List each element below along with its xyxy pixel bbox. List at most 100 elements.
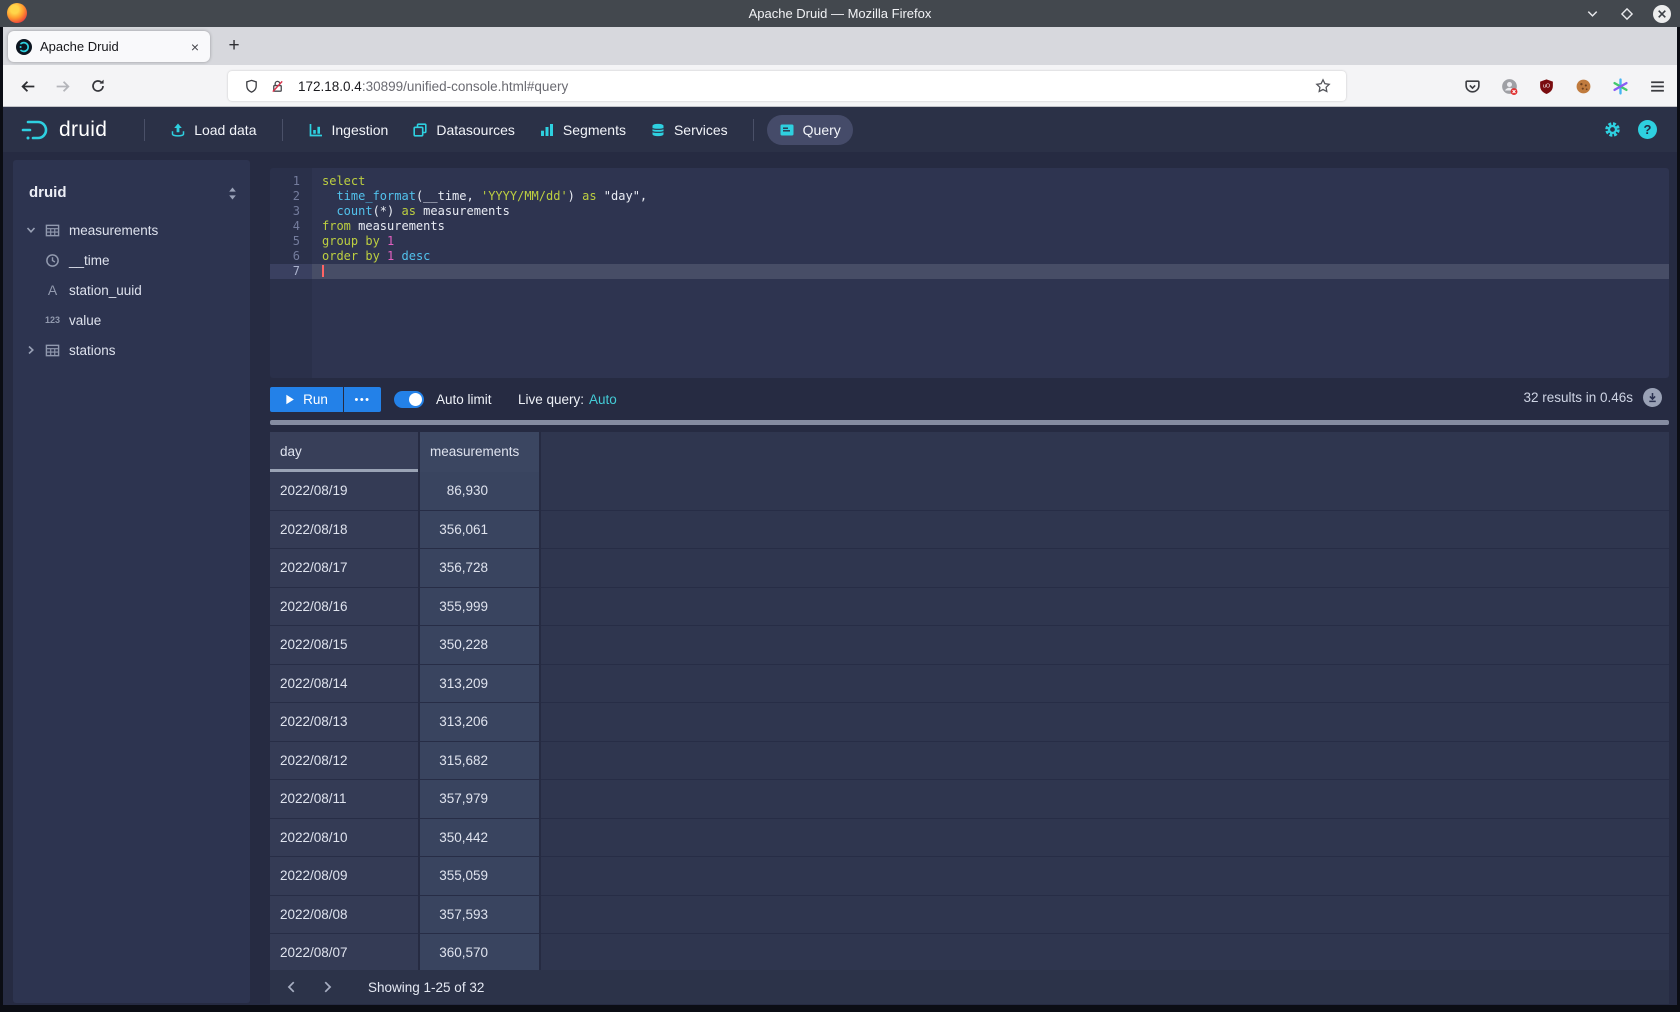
- cell-day[interactable]: 2022/08/12: [270, 742, 418, 781]
- sql-editor[interactable]: 1234567 select time_format(__time, 'YYYY…: [270, 168, 1669, 378]
- cell-day[interactable]: 2022/08/18: [270, 511, 418, 550]
- double-caret-vertical-icon[interactable]: [227, 186, 238, 206]
- cell-measurements[interactable]: 350,442: [420, 819, 539, 858]
- nav-divider: [753, 119, 754, 141]
- live-query: Live query:Auto: [518, 392, 617, 407]
- cell-day[interactable]: 2022/08/08: [270, 896, 418, 935]
- chevron-right-icon[interactable]: [20, 344, 42, 356]
- tree-item-measurements[interactable]: measurements: [13, 215, 250, 245]
- tree-item-value[interactable]: 123value: [13, 305, 250, 335]
- code-line[interactable]: select: [312, 174, 1669, 189]
- cell-measurements[interactable]: 86,930: [420, 472, 539, 511]
- cell-day[interactable]: 2022/08/13: [270, 703, 418, 742]
- tree-item-stations[interactable]: stations: [13, 335, 250, 365]
- url-text[interactable]: 172.18.0.4:30899/unified-console.html#qu…: [298, 79, 1310, 94]
- druid-logo[interactable]: druid: [19, 117, 107, 143]
- window-chevron-icon[interactable]: [1582, 4, 1602, 24]
- nav-query[interactable]: Query: [767, 115, 853, 145]
- cell-measurements[interactable]: 313,206: [420, 703, 539, 742]
- nav-segments[interactable]: Segments: [527, 115, 638, 145]
- editor-code[interactable]: select time_format(__time, 'YYYY/MM/dd')…: [312, 168, 1669, 378]
- cell-day[interactable]: 2022/08/16: [270, 588, 418, 627]
- cell-day[interactable]: 2022/08/10: [270, 819, 418, 858]
- text-cursor: [322, 265, 324, 277]
- window-close-icon[interactable]: [1652, 4, 1672, 24]
- schema-tree: measurements __time Astation_uuid123values…: [13, 215, 250, 365]
- line-number: 1: [270, 174, 312, 189]
- code-line[interactable]: group by 1: [312, 234, 1669, 249]
- nav-ingestion[interactable]: Ingestion: [296, 115, 401, 145]
- page-prev-icon[interactable]: [279, 974, 305, 1000]
- code-line[interactable]: [312, 264, 1669, 279]
- code-line[interactable]: order by 1 desc: [312, 249, 1669, 264]
- nav-load-data[interactable]: Load data: [158, 115, 268, 145]
- ublock-icon[interactable]: uO: [1536, 76, 1556, 96]
- cookie-icon[interactable]: [1573, 76, 1593, 96]
- run-button[interactable]: Run: [270, 387, 343, 412]
- nav-datasources[interactable]: Datasources: [400, 115, 527, 145]
- column-header-day[interactable]: day: [270, 432, 418, 472]
- pocket-icon[interactable]: [1462, 76, 1482, 96]
- tab-close-button[interactable]: ×: [188, 39, 202, 55]
- tree-item-label: __time: [69, 253, 110, 268]
- menu-icon[interactable]: [1647, 76, 1667, 96]
- pagination-bar: Showing 1-25 of 32: [270, 970, 1669, 1004]
- code-line[interactable]: time_format(__time, 'YYYY/MM/dd') as "da…: [312, 189, 1669, 204]
- cell-day[interactable]: 2022/08/19: [270, 472, 418, 511]
- cell-measurements[interactable]: 355,059: [420, 857, 539, 896]
- insecure-lock-icon[interactable]: [264, 79, 290, 94]
- help-icon[interactable]: ?: [1638, 120, 1657, 139]
- reload-button[interactable]: [85, 73, 111, 99]
- pane-splitter[interactable]: [270, 420, 1669, 425]
- cell-measurements[interactable]: 356,728: [420, 549, 539, 588]
- table-row: 2022/08/1986,930: [270, 472, 1669, 511]
- cell-day[interactable]: 2022/08/07: [270, 934, 418, 970]
- gear-icon[interactable]: [1603, 120, 1622, 139]
- cell-measurements[interactable]: 357,593: [420, 896, 539, 935]
- cell-measurements[interactable]: 313,209: [420, 665, 539, 704]
- auto-limit-toggle[interactable]: [394, 391, 424, 408]
- page-next-icon[interactable]: [314, 974, 340, 1000]
- cell-measurements[interactable]: 360,570: [420, 934, 539, 970]
- url-host: 172.18.0.4: [298, 79, 362, 94]
- browser-tab[interactable]: Apache Druid ×: [8, 31, 210, 62]
- bookmark-star-icon[interactable]: [1310, 78, 1336, 94]
- cell-measurements[interactable]: 355,999: [420, 588, 539, 627]
- nav-label: Segments: [563, 122, 626, 138]
- live-query-value[interactable]: Auto: [589, 392, 617, 407]
- tree-item---time[interactable]: __time: [13, 245, 250, 275]
- table-row: 2022/08/18356,061: [270, 511, 1669, 550]
- url-bar[interactable]: 172.18.0.4:30899/unified-console.html#qu…: [228, 71, 1346, 101]
- cell-day[interactable]: 2022/08/11: [270, 780, 418, 819]
- back-button[interactable]: [15, 73, 41, 99]
- code-line[interactable]: from measurements: [312, 219, 1669, 234]
- code-line[interactable]: count(*) as measurements: [312, 204, 1669, 219]
- cell-measurements[interactable]: 356,061: [420, 511, 539, 550]
- cell-measurements[interactable]: 315,682: [420, 742, 539, 781]
- table-icon: [42, 343, 63, 358]
- cell-day[interactable]: 2022/08/17: [270, 549, 418, 588]
- cell-day[interactable]: 2022/08/15: [270, 626, 418, 665]
- account-icon[interactable]: [1499, 76, 1519, 96]
- extension-icon[interactable]: [1610, 76, 1630, 96]
- window-diamond-icon[interactable]: [1617, 4, 1637, 24]
- cell-measurements[interactable]: 350,228: [420, 626, 539, 665]
- druid-header: druid Load data IngestionDatasources Segme…: [3, 107, 1677, 152]
- row-filler: [541, 626, 1669, 665]
- new-tab-button[interactable]: +: [221, 33, 247, 59]
- nav-services[interactable]: Services: [638, 115, 740, 145]
- pagination-status: Showing 1-25 of 32: [368, 980, 484, 995]
- download-icon[interactable]: [1643, 388, 1662, 407]
- tree-item-station-uuid[interactable]: Astation_uuid: [13, 275, 250, 305]
- column-header-measurements[interactable]: measurements: [420, 432, 539, 472]
- cell-day[interactable]: 2022/08/14: [270, 665, 418, 704]
- shield-icon[interactable]: [238, 79, 264, 94]
- run-more-button[interactable]: •••: [344, 387, 381, 412]
- forward-button[interactable]: [49, 73, 75, 99]
- chevron-down-icon[interactable]: [20, 224, 42, 236]
- nav-divider: [144, 119, 145, 141]
- cell-day[interactable]: 2022/08/09: [270, 857, 418, 896]
- results-meta: 32 results in 0.46s: [1523, 388, 1662, 407]
- cell-measurements[interactable]: 357,979: [420, 780, 539, 819]
- editor-gutter: 1234567: [270, 168, 312, 378]
